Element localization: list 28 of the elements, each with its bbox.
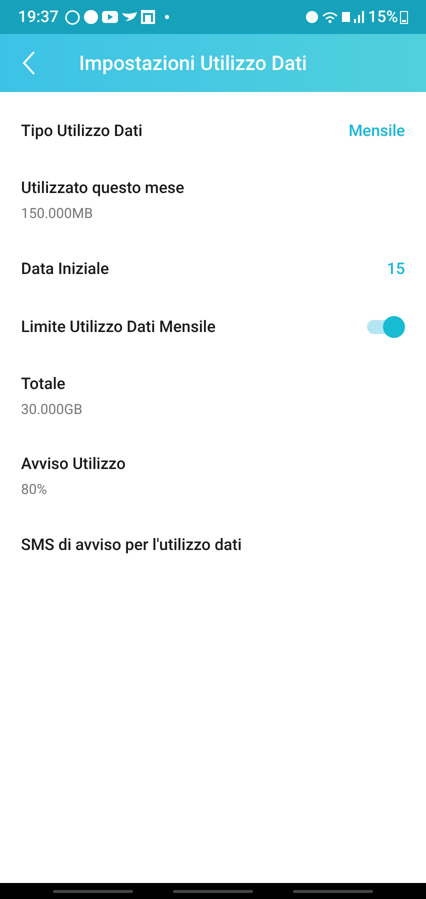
setting-label: Tipo Utilizzo Dati [21,120,142,142]
wifi-icon [322,11,338,23]
nav-handle[interactable] [293,890,373,892]
bird-icon [122,12,137,22]
setting-label: Totale [21,372,66,394]
setting-value[interactable]: 15 [386,257,405,281]
setting-value[interactable]: Mensile [348,119,405,143]
nav-handle[interactable] [53,890,133,892]
square-icon [140,10,155,24]
setting-label: SMS di avviso per l'utilizzo dati [21,534,242,556]
status-time: 19:37 [18,6,59,28]
battery-percentage: 15% [368,6,398,28]
dot-icon [164,15,169,19]
setting-detail: 80% [21,480,48,500]
battery-icon [400,10,408,24]
signal-icon [354,11,364,23]
toggle-switch[interactable] [365,316,405,338]
nav-handle[interactable] [173,890,253,892]
setting-label: Avviso Utilizzo [21,452,126,474]
setting-detail: 150.000MB [21,204,94,224]
setting-label: Data Iniziale [21,258,109,280]
setting-label: Limite Utilizzo Dati Mensile [21,316,216,338]
play-icon [102,11,118,23]
setting-detail: 30.000GB [21,400,82,420]
setting-label: Utilizzato questo mese [21,176,184,198]
page-title: Impostazioni Utilizzo Dati [79,50,308,77]
back-icon[interactable] [22,51,36,75]
circle-icon [84,10,98,24]
